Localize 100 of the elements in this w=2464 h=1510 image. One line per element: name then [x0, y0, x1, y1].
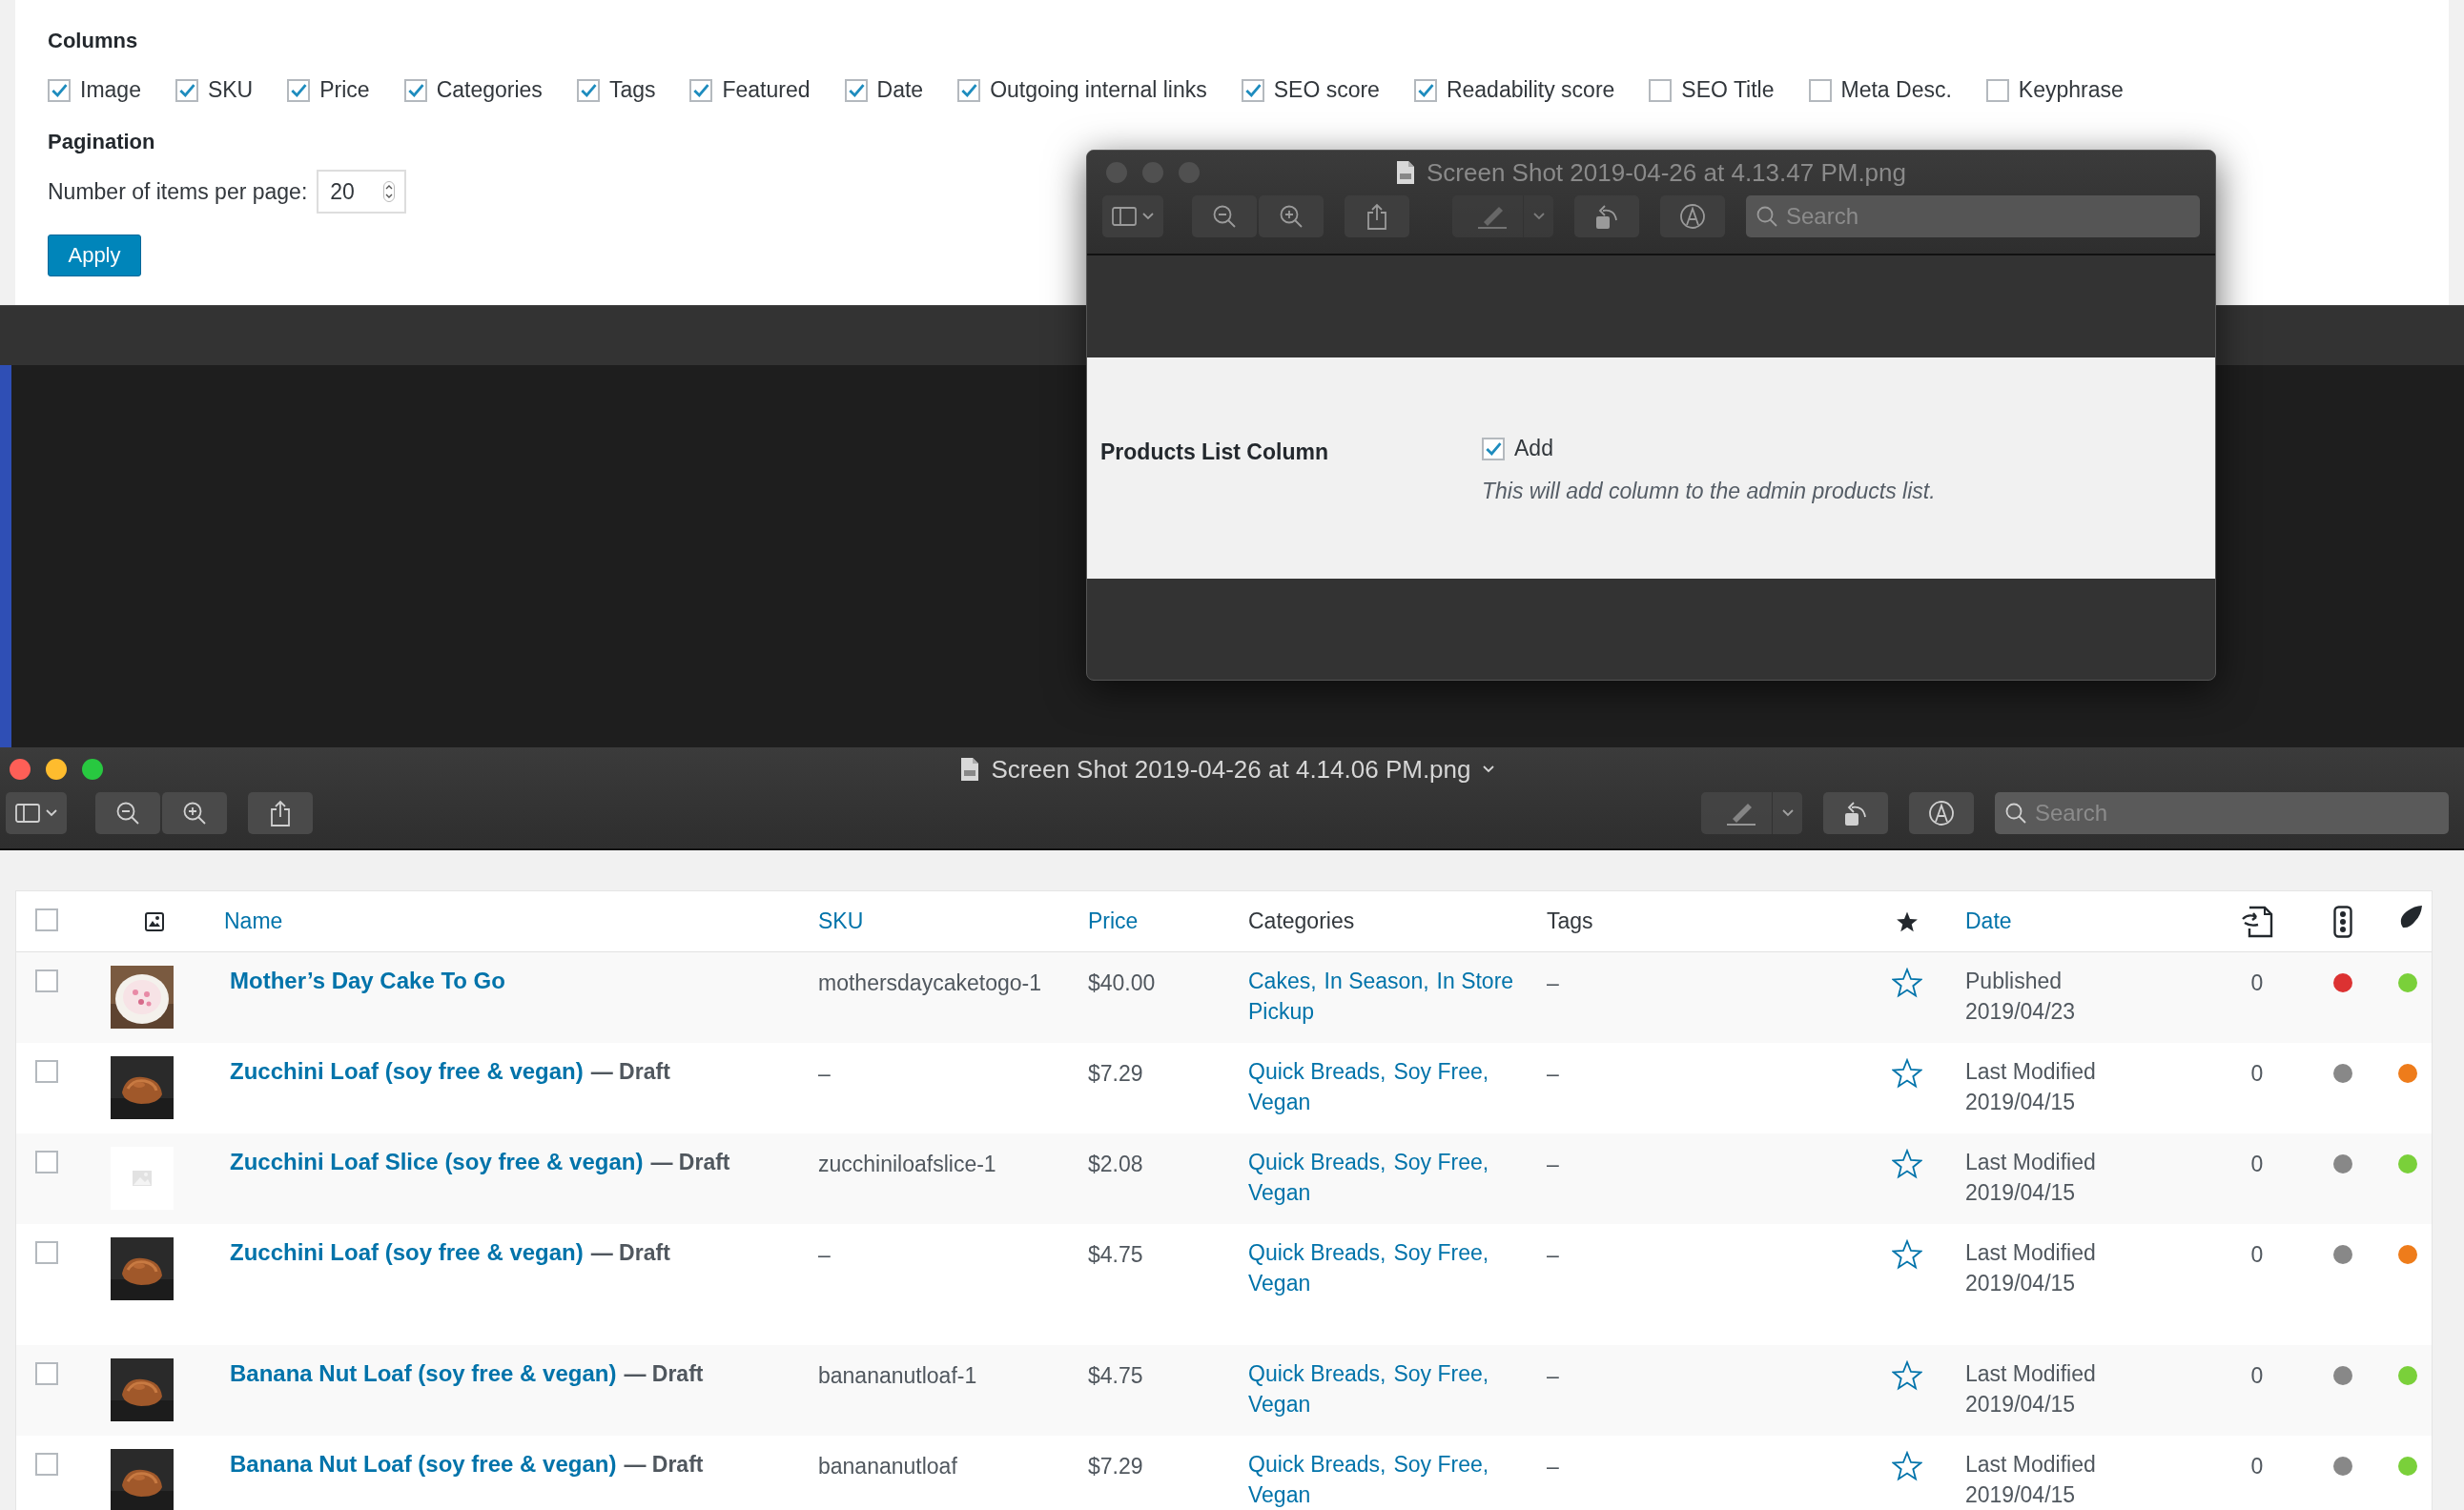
share-button[interactable]	[1345, 195, 1409, 237]
category-link[interactable]: Quick Breads,	[1248, 1449, 1386, 1479]
table-cell-text: –	[1546, 1453, 1560, 1480]
category-link[interactable]: Soy Free,	[1393, 1449, 1489, 1479]
zoom-out-button[interactable]	[95, 792, 160, 834]
column-header: Tags	[1546, 908, 1593, 934]
checkbox[interactable]	[175, 78, 198, 102]
category-link[interactable]: Vegan	[1248, 1087, 1311, 1117]
checkbox[interactable]	[844, 78, 868, 102]
checkbox[interactable]	[35, 1241, 58, 1264]
window-control[interactable]	[10, 759, 31, 780]
category-link[interactable]: Quick Breads,	[1248, 1358, 1386, 1389]
column-header[interactable]: Price	[1080, 908, 1139, 934]
category-link[interactable]: Vegan	[1248, 1479, 1311, 1510]
checkbox[interactable]	[1241, 78, 1264, 102]
star-icon[interactable]	[1892, 1239, 1922, 1270]
category-link[interactable]: Quick Breads,	[1248, 1056, 1386, 1087]
checkbox[interactable]	[1985, 78, 2009, 102]
checkbox-label[interactable]: Readability score	[1446, 77, 1615, 103]
product-link[interactable]: Banana Nut Loaf (soy free & vegan)	[230, 1358, 617, 1389]
star-icon[interactable]	[1892, 968, 1922, 998]
checkbox-label[interactable]: Featured	[722, 77, 811, 103]
category-link[interactable]: In Season,	[1324, 966, 1429, 996]
category-link[interactable]: Cakes,	[1248, 966, 1317, 996]
date-status: Last Modified	[1965, 1149, 2097, 1176]
date-status: Last Modified	[1965, 1360, 2097, 1388]
window-control[interactable]	[46, 759, 67, 780]
checkbox[interactable]	[48, 78, 71, 102]
product-link[interactable]: Mother’s Day Cake To Go	[230, 966, 505, 996]
checkbox[interactable]	[1649, 78, 1673, 102]
number-field[interactable]: 20	[317, 170, 407, 214]
checkbox[interactable]	[35, 1060, 58, 1083]
rotate-button[interactable]	[1823, 792, 1888, 834]
category-link[interactable]: In Store	[1436, 966, 1514, 996]
column-header[interactable]: Date	[1958, 908, 2012, 934]
date-status: Last Modified	[1965, 1239, 2097, 1267]
checkbox[interactable]	[403, 78, 427, 102]
checkbox[interactable]	[35, 1362, 58, 1385]
checkbox-label[interactable]: SEO score	[1273, 77, 1380, 103]
column-header[interactable]: Name	[216, 908, 283, 934]
checkbox-label[interactable]: Keyphrase	[2018, 77, 2124, 103]
checkbox[interactable]	[35, 908, 58, 931]
checkbox-label[interactable]: Meta Desc.	[1840, 77, 1952, 103]
checkbox[interactable]	[689, 78, 713, 102]
column-header[interactable]: SKU	[811, 908, 864, 934]
checkbox[interactable]	[1482, 437, 1505, 460]
category-link[interactable]: Soy Free,	[1393, 1358, 1489, 1389]
sidebar-button[interactable]	[6, 792, 67, 834]
table-cell-text: –	[817, 1060, 832, 1088]
category-link[interactable]: Vegan	[1248, 1389, 1311, 1419]
zoom-out-button[interactable]	[1192, 195, 1257, 237]
annotate-button[interactable]	[1660, 195, 1725, 237]
star-icon[interactable]	[1892, 1360, 1922, 1391]
checkbox-label[interactable]: SEO Title	[1681, 77, 1775, 103]
rotate-button[interactable]	[1574, 195, 1639, 237]
star-icon[interactable]	[1892, 1451, 1922, 1481]
checkbox-label[interactable]: Tags	[608, 77, 656, 103]
sidebar-icon	[1112, 207, 1137, 226]
checkbox[interactable]	[35, 1151, 58, 1173]
checkbox[interactable]	[576, 78, 600, 102]
checkbox[interactable]	[287, 78, 311, 102]
product-link[interactable]: Zucchini Loaf Slice (soy free & vegan)	[230, 1147, 644, 1177]
category-link[interactable]: Soy Free,	[1393, 1147, 1489, 1177]
checkbox[interactable]	[1413, 78, 1437, 102]
date-value: 2019/04/15	[1965, 1089, 2077, 1116]
checkbox-label[interactable]: Price	[319, 77, 370, 103]
product-link[interactable]: Banana Nut Loaf (soy free & vegan)	[230, 1449, 617, 1479]
share-button[interactable]	[248, 792, 313, 834]
markup-button[interactable]	[1701, 792, 1802, 834]
checkbox-label[interactable]: SKU	[207, 77, 254, 103]
category-link[interactable]: Soy Free,	[1393, 1056, 1489, 1087]
category-link[interactable]: Vegan	[1248, 1268, 1311, 1298]
category-link[interactable]: Quick Breads,	[1248, 1147, 1386, 1177]
sidebar-button[interactable]	[1102, 195, 1163, 237]
checkbox-label[interactable]: Image	[80, 77, 141, 103]
setting-label: Products List Column	[1100, 439, 1329, 466]
checkbox[interactable]	[957, 78, 981, 102]
star-icon[interactable]	[1892, 1149, 1922, 1179]
category-link[interactable]: Soy Free,	[1393, 1237, 1489, 1268]
category-link[interactable]: Vegan	[1248, 1177, 1311, 1208]
checkbox-label[interactable]: Outgoing internal links	[990, 77, 1207, 103]
table-cell-text: 0	[2249, 1151, 2265, 1178]
product-link[interactable]: Zucchini Loaf (soy free & vegan)	[230, 1237, 584, 1268]
star-icon[interactable]	[1892, 1058, 1922, 1089]
zoom-in-button[interactable]	[162, 792, 227, 834]
annotate-button[interactable]	[1909, 792, 1974, 834]
checkbox[interactable]	[1808, 78, 1832, 102]
apply-button[interactable]: Apply	[48, 235, 141, 276]
checkbox[interactable]	[35, 1453, 58, 1476]
table-cell-text: $4.75	[1087, 1362, 1144, 1390]
category-link[interactable]: Pickup	[1248, 996, 1315, 1027]
category-link[interactable]: Quick Breads,	[1248, 1237, 1386, 1268]
zoom-in-button[interactable]	[1259, 195, 1324, 237]
checkbox[interactable]	[35, 969, 58, 992]
checkbox-label[interactable]: Categories	[436, 77, 543, 103]
window-control[interactable]	[82, 759, 103, 780]
checkbox-label[interactable]: Date	[876, 77, 924, 103]
product-link[interactable]: Zucchini Loaf (soy free & vegan)	[230, 1056, 584, 1087]
markup-button[interactable]	[1452, 195, 1553, 237]
checkbox-label[interactable]: Add	[1514, 436, 1553, 461]
